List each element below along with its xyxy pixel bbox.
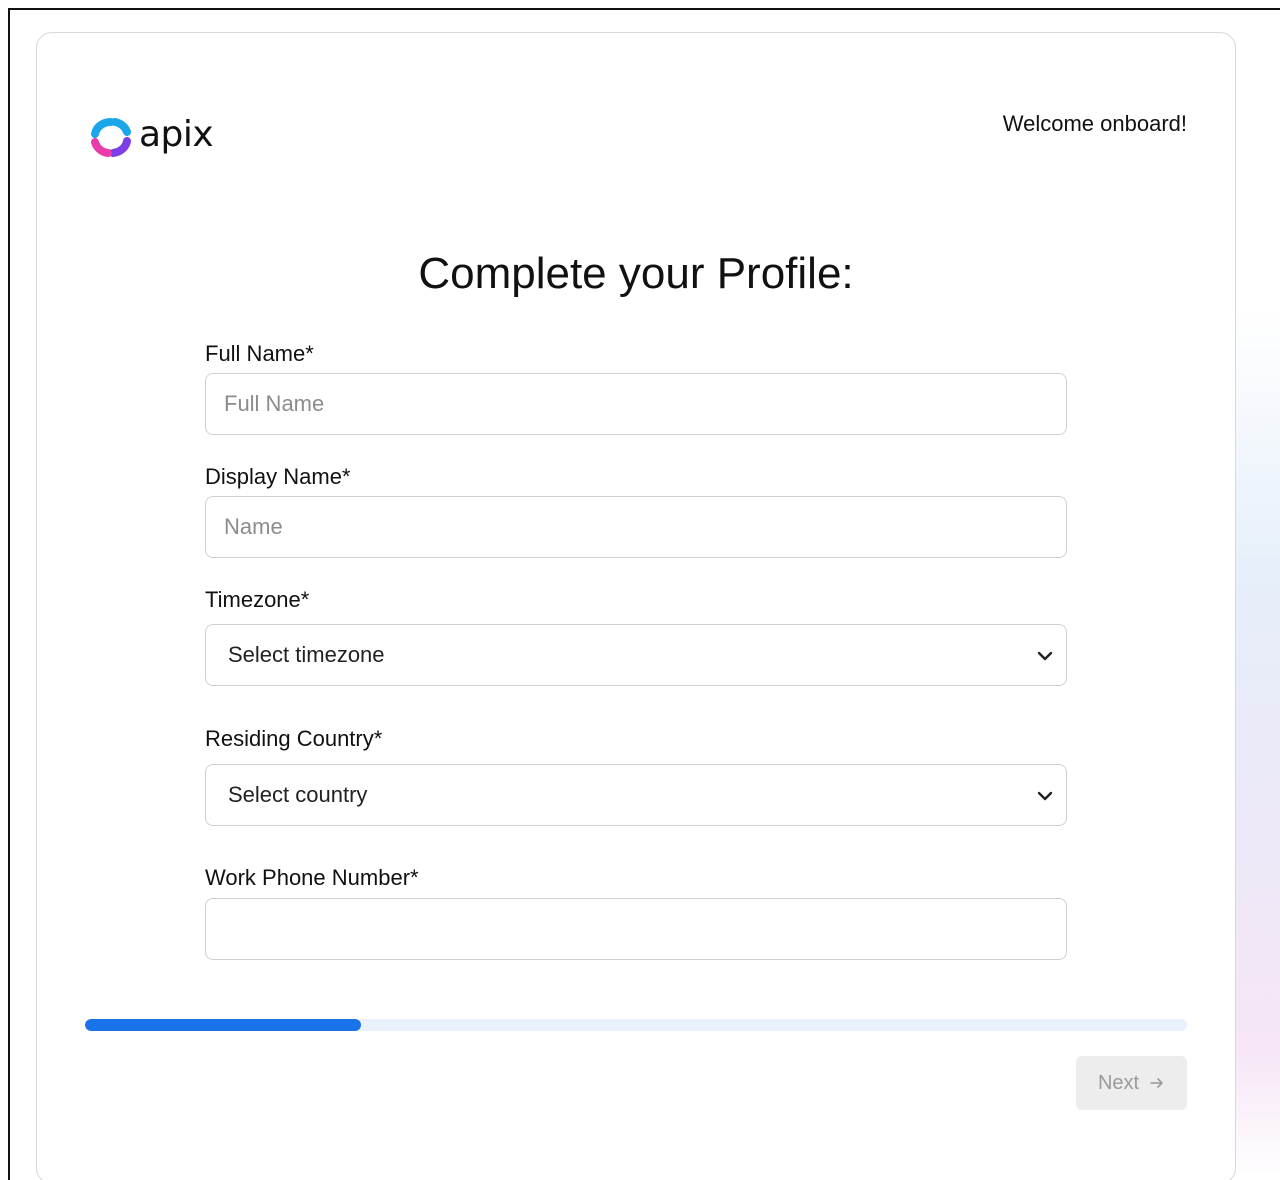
progress-bar-fill — [85, 1019, 361, 1031]
full-name-label: Full Name* — [205, 341, 314, 366]
country-selected-value: Select country — [228, 782, 368, 807]
country-select[interactable]: Select country — [205, 764, 1067, 826]
display-name-label: Display Name* — [205, 464, 351, 489]
timezone-label: Timezone* — [205, 587, 310, 612]
timezone-select[interactable]: Select timezone — [205, 624, 1067, 686]
chevron-down-icon — [1037, 791, 1053, 801]
progress-bar — [85, 1019, 1187, 1031]
display-name-input[interactable] — [205, 496, 1067, 558]
welcome-message: Welcome onboard! — [1002, 111, 1187, 136]
chevron-down-icon — [1037, 651, 1053, 661]
full-name-input[interactable] — [205, 373, 1067, 435]
timezone-selected-value: Select timezone — [228, 642, 385, 667]
logo-wordmark: apix — [139, 114, 214, 155]
country-label: Residing Country* — [205, 726, 383, 751]
window-frame: apix Welcome onboard! Complete your Prof… — [8, 8, 1280, 1180]
work-phone-input[interactable] — [205, 898, 1067, 960]
apix-logo: apix — [89, 114, 214, 157]
page-title: Complete your Profile: — [418, 249, 854, 298]
work-phone-label: Work Phone Number* — [205, 865, 419, 890]
onboarding-card: apix Welcome onboard! Complete your Prof… — [36, 32, 1236, 1180]
arrow-right-icon — [1150, 1078, 1163, 1088]
apix-logo-icon — [91, 117, 131, 157]
next-button[interactable]: Next — [1076, 1056, 1187, 1110]
next-button-label: Next — [1097, 1071, 1140, 1094]
